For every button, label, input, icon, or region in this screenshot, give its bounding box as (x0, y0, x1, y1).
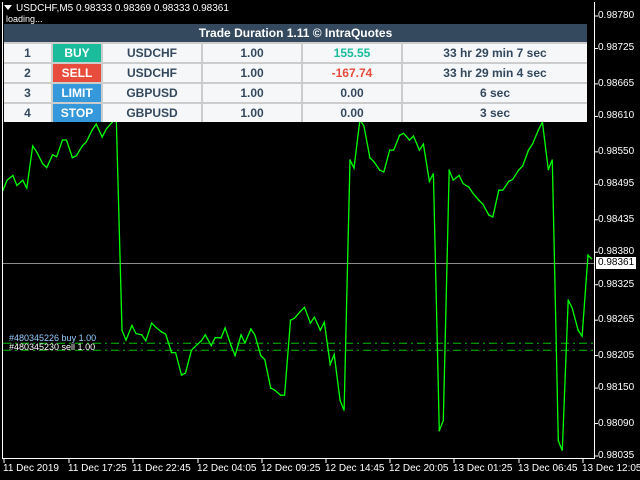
price-tick-label: 0.98205 (598, 349, 635, 361)
trade-row: 1 BUY USDCHF 1.00 155.55 33 hr 29 min 7 … (4, 42, 587, 62)
price-tick-label: 0.98665 (598, 77, 635, 89)
symbol-quote: USDCHF,M5 0.98333 0.98369 0.98333 0.9836… (16, 3, 229, 14)
price-tick-label: 0.98090 (598, 417, 635, 429)
price-tick-label: 0.98495 (598, 178, 635, 190)
trade-number: 3 (4, 84, 53, 102)
trade-symbol: GBPUSD (103, 104, 203, 122)
trade-duration: 33 hr 29 min 7 sec (443, 46, 547, 60)
time-tick-label: 13 Dec 01:25 (453, 463, 513, 474)
trade-type-button[interactable]: BUY (53, 44, 103, 62)
trade-profit: 155.55 (303, 44, 403, 62)
trade-lots: 1.00 (203, 84, 303, 102)
trade-lots: 1.00 (203, 44, 303, 62)
time-tick-label: 11 Dec 17:25 (68, 463, 127, 474)
trade-duration: 3 sec (479, 106, 511, 120)
trade-type-button[interactable]: LIMIT (53, 84, 103, 102)
time-tick-label: 12 Dec 20:05 (389, 463, 449, 474)
price-tick-label: 0.98035 (598, 450, 635, 461)
time-tick-label: 11 Dec 2019 (3, 463, 59, 474)
trade-lots: 1.00 (203, 64, 303, 82)
panel-title: Trade Duration 1.11 © IntraQuotes (4, 24, 587, 42)
trade-symbol: USDCHF (103, 44, 203, 62)
trade-type-button[interactable]: STOP (53, 104, 103, 122)
trade-duration-panel: Trade Duration 1.11 © IntraQuotes 1 BUY … (4, 24, 587, 122)
trade-symbol: USDCHF (103, 64, 203, 82)
price-tick-label: 0.98265 (598, 314, 635, 326)
time-tick-label: 11 Dec 22:45 (132, 463, 191, 474)
time-tick-label: 12 Dec 14:45 (325, 463, 385, 474)
trade-number: 4 (4, 104, 53, 122)
trade-type-button[interactable]: SELL (53, 64, 103, 82)
trade-row: 2 SELL USDCHF 1.00 -167.74 33 hr 29 min … (4, 62, 587, 82)
loading-text: loading... (6, 14, 43, 24)
trade-symbol: GBPUSD (103, 84, 203, 102)
trade-profit: 0.00 (303, 104, 403, 122)
trade-lots: 1.00 (203, 104, 303, 122)
trade-profit: 0.00 (303, 84, 403, 102)
chart-title: USDCHF,M5 0.98333 0.98369 0.98333 0.9836… (4, 3, 229, 14)
time-tick-label: 13 Dec 12:05 (582, 463, 640, 474)
price-tick-label: 0.98150 (598, 382, 635, 394)
trade-duration: 6 sec (479, 86, 511, 100)
dropdown-triangle-icon[interactable] (4, 5, 12, 10)
time-tick-label: 12 Dec 09:25 (261, 463, 321, 474)
price-tick-label: 0.98325 (598, 278, 635, 290)
trade-duration: 33 hr 29 min 4 sec (443, 66, 547, 80)
time-tick-label: 12 Dec 04:05 (197, 463, 257, 474)
time-tick-label: 13 Dec 06:45 (518, 463, 578, 474)
price-tick-label: 0.98610 (598, 110, 635, 122)
current-price-label: 0.98361 (596, 257, 636, 269)
price-tick-label: 0.98380 (598, 246, 635, 258)
price-tick-label: 0.98780 (598, 10, 635, 21)
order-label: #480345230 sell 1.00 (9, 342, 96, 353)
trade-row: 4 STOP GBPUSD 1.00 0.00 3 sec (4, 102, 587, 122)
trade-number: 1 (4, 44, 53, 62)
price-tick-label: 0.98550 (598, 145, 635, 157)
price-tick-label: 0.98435 (598, 213, 635, 225)
trade-number: 2 (4, 64, 53, 82)
trade-row: 3 LIMIT GBPUSD 1.00 0.00 6 sec (4, 82, 587, 102)
price-tick-label: 0.98725 (598, 42, 635, 54)
trade-profit: -167.74 (303, 64, 403, 82)
